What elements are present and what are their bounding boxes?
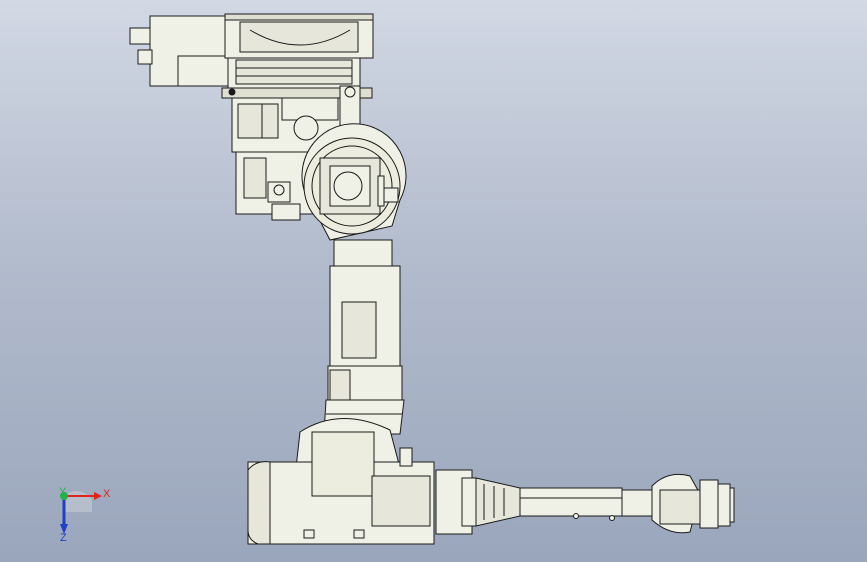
- forearm-shaft[interactable]: [435, 469, 623, 535]
- forearm-housing[interactable]: [247, 418, 435, 545]
- robot-arm-model[interactable]: [0, 0, 867, 562]
- elbow-joint[interactable]: [301, 123, 407, 241]
- axis-x-label: X: [103, 488, 111, 500]
- base-housing[interactable]: [129, 13, 374, 99]
- graphics-viewport[interactable]: X Y Z: [0, 0, 867, 562]
- upper-arm[interactable]: [323, 239, 405, 435]
- wrist-assembly[interactable]: [621, 473, 735, 534]
- axis-z-label: Z: [60, 532, 67, 544]
- axis-y-label: Y: [59, 486, 67, 498]
